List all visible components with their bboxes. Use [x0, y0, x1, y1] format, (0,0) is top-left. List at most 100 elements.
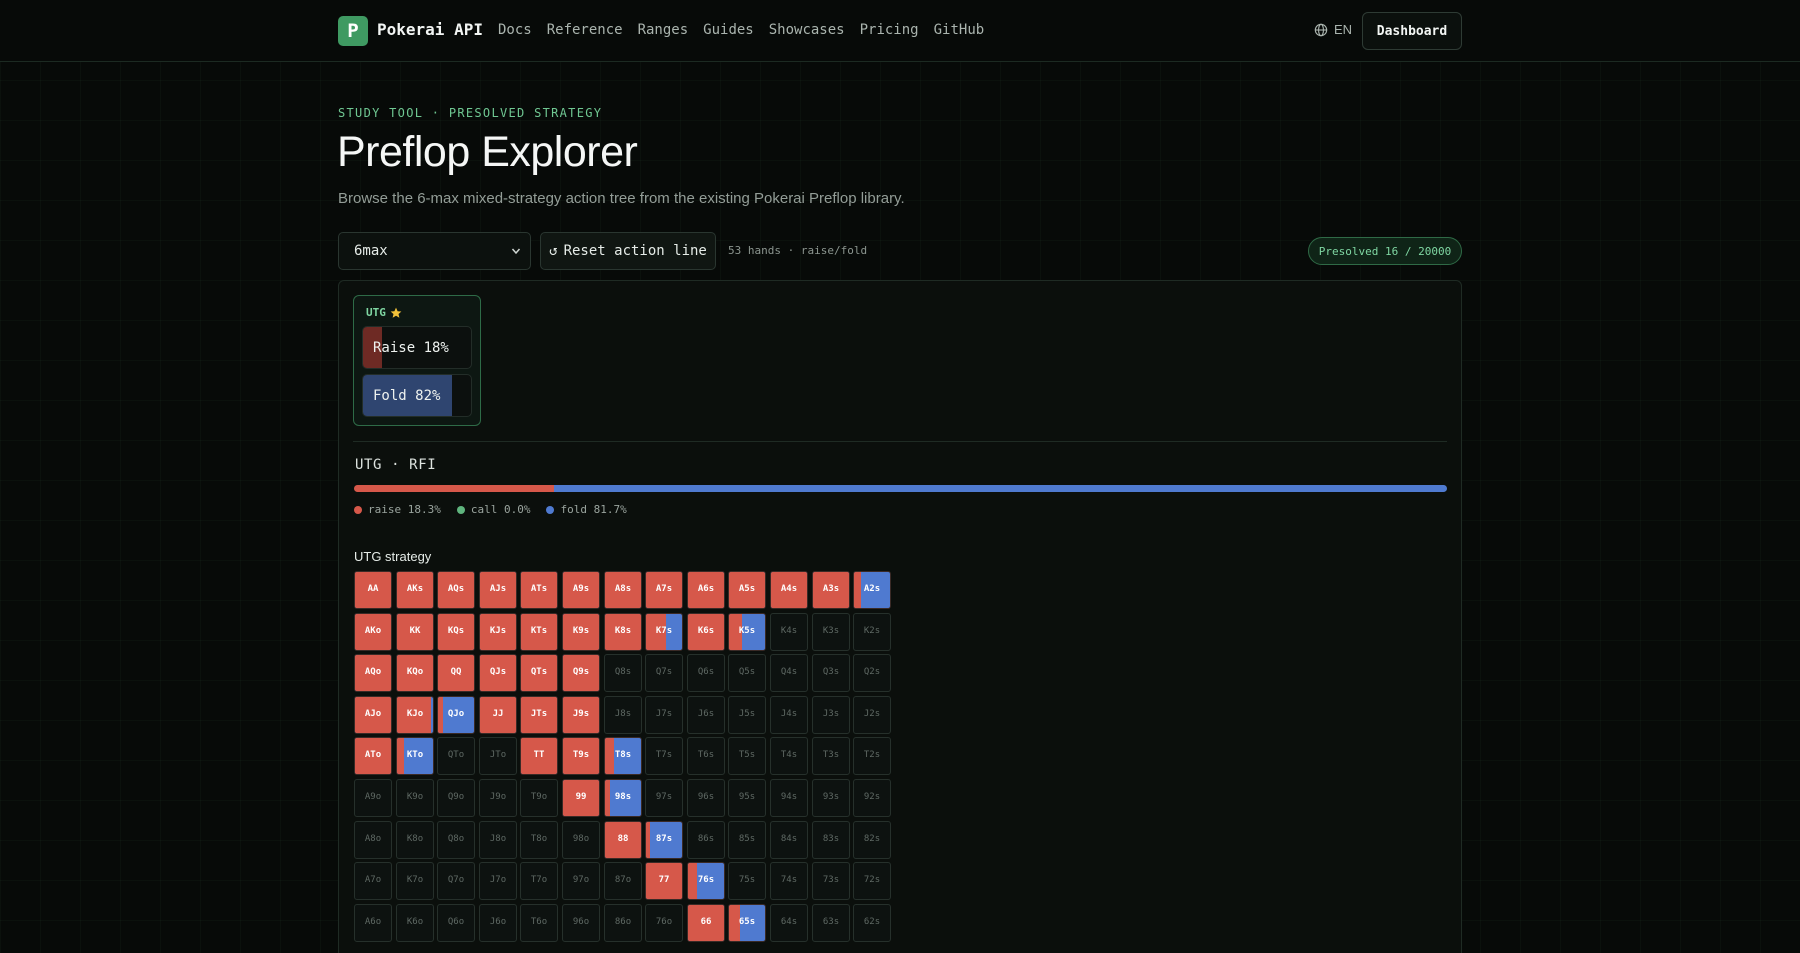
hand-cell-98o[interactable]: 98o: [562, 821, 600, 859]
hand-cell-kts[interactable]: KTs: [520, 613, 558, 651]
format-select[interactable]: 6max: [338, 232, 531, 270]
action-node-card[interactable]: UTG Raise 18% Fold 82%: [353, 295, 481, 426]
hand-cell-k8o[interactable]: K8o: [396, 821, 434, 859]
hand-cell-kjs[interactable]: KJs: [479, 613, 517, 651]
hand-cell-t6s[interactable]: T6s: [687, 737, 725, 775]
hand-cell-qjo[interactable]: QJo: [437, 696, 475, 734]
hand-cell-ato[interactable]: ATo: [354, 737, 392, 775]
hand-cell-t8o[interactable]: T8o: [520, 821, 558, 859]
hand-cell-q4s[interactable]: Q4s: [770, 654, 808, 692]
hand-cell-t9s[interactable]: T9s: [562, 737, 600, 775]
hand-cell-k7o[interactable]: K7o: [396, 862, 434, 900]
brand-name[interactable]: Pokerai API: [377, 20, 483, 39]
nav-link-reference[interactable]: Reference: [547, 22, 623, 38]
hand-cell-k8s[interactable]: K8s: [604, 613, 642, 651]
hand-cell-t2s[interactable]: T2s: [853, 737, 891, 775]
hand-cell-aqo[interactable]: AQo: [354, 654, 392, 692]
hand-cell-j2s[interactable]: J2s: [853, 696, 891, 734]
hand-cell-q6o[interactable]: Q6o: [437, 904, 475, 942]
hand-cell-86s[interactable]: 86s: [687, 821, 725, 859]
hand-cell-t7o[interactable]: T7o: [520, 862, 558, 900]
hand-cell-ako[interactable]: AKo: [354, 613, 392, 651]
nav-link-github[interactable]: GitHub: [934, 22, 985, 38]
hand-cell-a4s[interactable]: A4s: [770, 571, 808, 609]
hand-cell-kqs[interactable]: KQs: [437, 613, 475, 651]
hand-cell-k6s[interactable]: K6s: [687, 613, 725, 651]
hand-cell-kk[interactable]: KK: [396, 613, 434, 651]
hand-cell-ats[interactable]: ATs: [520, 571, 558, 609]
hand-cell-86o[interactable]: 86o: [604, 904, 642, 942]
hand-cell-76o[interactable]: 76o: [645, 904, 683, 942]
nav-link-ranges[interactable]: Ranges: [638, 22, 689, 38]
nav-link-docs[interactable]: Docs: [498, 22, 532, 38]
hand-cell-a2s[interactable]: A2s: [853, 571, 891, 609]
action-raise-button[interactable]: Raise 18%: [362, 326, 472, 369]
hand-cell-j5s[interactable]: J5s: [728, 696, 766, 734]
hand-cell-65s[interactable]: 65s: [728, 904, 766, 942]
hand-cell-qto[interactable]: QTo: [437, 737, 475, 775]
hand-cell-k5s[interactable]: K5s: [728, 613, 766, 651]
hand-cell-k9o[interactable]: K9o: [396, 779, 434, 817]
hand-cell-ajs[interactable]: AJs: [479, 571, 517, 609]
hand-cell-82s[interactable]: 82s: [853, 821, 891, 859]
hand-cell-jts[interactable]: JTs: [520, 696, 558, 734]
hand-cell-a7o[interactable]: A7o: [354, 862, 392, 900]
hand-cell-t6o[interactable]: T6o: [520, 904, 558, 942]
hand-cell-k9s[interactable]: K9s: [562, 613, 600, 651]
hand-cell-j3s[interactable]: J3s: [812, 696, 850, 734]
hand-cell-a6o[interactable]: A6o: [354, 904, 392, 942]
hand-cell-kto[interactable]: KTo: [396, 737, 434, 775]
hand-cell-qts[interactable]: QTs: [520, 654, 558, 692]
hand-cell-85s[interactable]: 85s: [728, 821, 766, 859]
hand-cell-t5s[interactable]: T5s: [728, 737, 766, 775]
action-fold-button[interactable]: Fold 82%: [362, 374, 472, 417]
hand-cell-j7s[interactable]: J7s: [645, 696, 683, 734]
hand-cell-j6o[interactable]: J6o: [479, 904, 517, 942]
hand-cell-aks[interactable]: AKs: [396, 571, 434, 609]
hand-cell-q7s[interactable]: Q7s: [645, 654, 683, 692]
hand-cell-kjo[interactable]: KJo: [396, 696, 434, 734]
hand-cell-75s[interactable]: 75s: [728, 862, 766, 900]
dashboard-button[interactable]: Dashboard: [1362, 12, 1462, 50]
hand-cell-ajo[interactable]: AJo: [354, 696, 392, 734]
hand-cell-aqs[interactable]: AQs: [437, 571, 475, 609]
hand-cell-q9o[interactable]: Q9o: [437, 779, 475, 817]
hand-cell-87s[interactable]: 87s: [645, 821, 683, 859]
hand-cell-95s[interactable]: 95s: [728, 779, 766, 817]
hand-cell-j4s[interactable]: J4s: [770, 696, 808, 734]
hand-cell-q2s[interactable]: Q2s: [853, 654, 891, 692]
hand-cell-83s[interactable]: 83s: [812, 821, 850, 859]
hand-cell-97o[interactable]: 97o: [562, 862, 600, 900]
hand-cell-a7s[interactable]: A7s: [645, 571, 683, 609]
hand-cell-j9s[interactable]: J9s: [562, 696, 600, 734]
hand-cell-97s[interactable]: 97s: [645, 779, 683, 817]
hand-cell-q7o[interactable]: Q7o: [437, 862, 475, 900]
hand-cell-t9o[interactable]: T9o: [520, 779, 558, 817]
hand-cell-98s[interactable]: 98s: [604, 779, 642, 817]
hand-cell-96s[interactable]: 96s: [687, 779, 725, 817]
hand-cell-kqo[interactable]: KQo: [396, 654, 434, 692]
hand-cell-qjs[interactable]: QJs: [479, 654, 517, 692]
hand-cell-84s[interactable]: 84s: [770, 821, 808, 859]
hand-cell-64s[interactable]: 64s: [770, 904, 808, 942]
hand-cell-77[interactable]: 77: [645, 862, 683, 900]
hand-cell-q3s[interactable]: Q3s: [812, 654, 850, 692]
hand-cell-a8o[interactable]: A8o: [354, 821, 392, 859]
hand-cell-k6o[interactable]: K6o: [396, 904, 434, 942]
hand-cell-74s[interactable]: 74s: [770, 862, 808, 900]
hand-cell-88[interactable]: 88: [604, 821, 642, 859]
hand-cell-jj[interactable]: JJ: [479, 696, 517, 734]
hand-cell-76s[interactable]: 76s: [687, 862, 725, 900]
nav-link-guides[interactable]: Guides: [703, 22, 754, 38]
hand-cell-k2s[interactable]: K2s: [853, 613, 891, 651]
hand-cell-j8s[interactable]: J8s: [604, 696, 642, 734]
hand-cell-aa[interactable]: AA: [354, 571, 392, 609]
hand-cell-j6s[interactable]: J6s: [687, 696, 725, 734]
hand-cell-87o[interactable]: 87o: [604, 862, 642, 900]
hand-cell-q5s[interactable]: Q5s: [728, 654, 766, 692]
hand-cell-a6s[interactable]: A6s: [687, 571, 725, 609]
hand-cell-t3s[interactable]: T3s: [812, 737, 850, 775]
hand-cell-q9s[interactable]: Q9s: [562, 654, 600, 692]
hand-cell-t8s[interactable]: T8s: [604, 737, 642, 775]
hand-cell-k4s[interactable]: K4s: [770, 613, 808, 651]
